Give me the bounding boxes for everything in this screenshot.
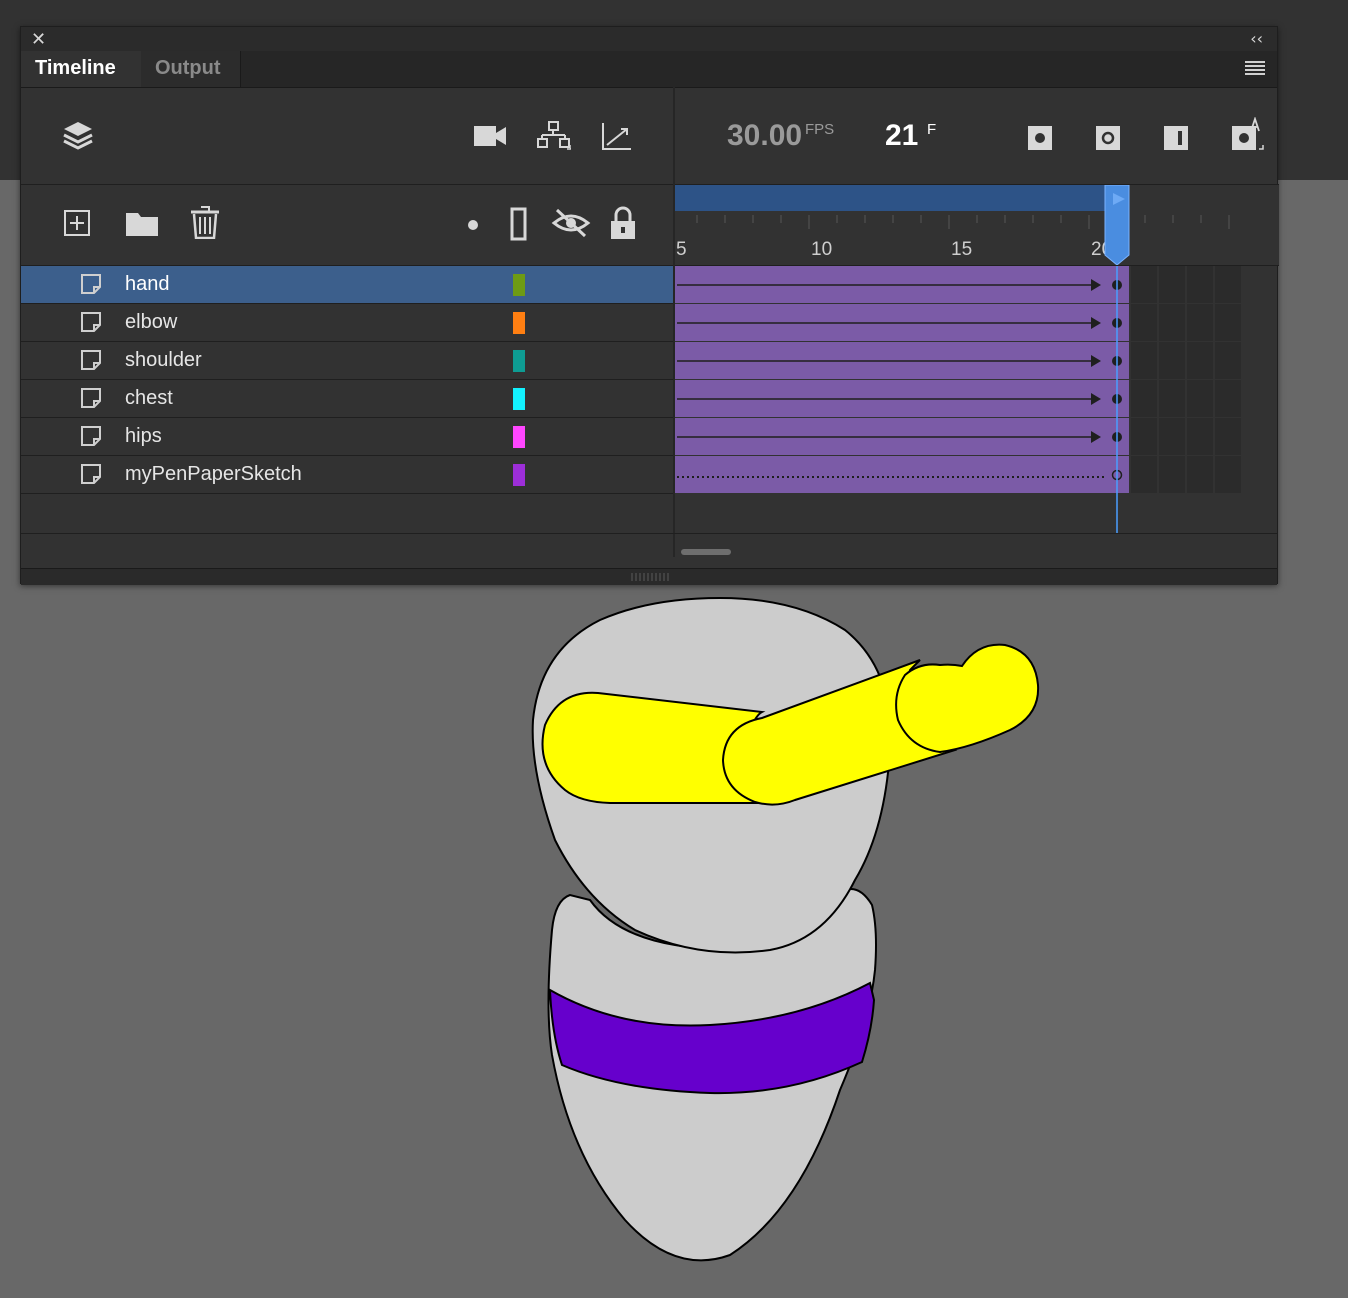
ruler-label: 10	[811, 239, 832, 260]
empty-frame-cell	[1159, 456, 1185, 493]
empty-frame-cell	[1187, 456, 1213, 493]
camera-icon[interactable]	[473, 123, 507, 149]
layer-name: chest	[125, 387, 173, 409]
grip-icon	[631, 573, 669, 581]
empty-frame-cell	[1131, 456, 1157, 493]
empty-frame-cell	[1131, 266, 1157, 303]
ruler-label: 5	[676, 239, 687, 260]
layer-color-swatch[interactable]	[513, 274, 525, 296]
new-layer-icon[interactable]	[63, 209, 91, 237]
layer-icon	[81, 388, 101, 408]
layer-name: myPenPaperSketch	[125, 463, 302, 485]
empty-frame-cell	[1159, 380, 1185, 417]
panel-resize-handle[interactable]	[21, 568, 1277, 585]
frame-toolbar: 30.00 FPS 21 F	[675, 87, 1279, 185]
empty-frame-cell	[1187, 304, 1213, 341]
tab-output[interactable]: Output	[141, 51, 241, 87]
panel-tabs: Timeline Output	[21, 51, 1277, 88]
empty-frame-cell	[1215, 380, 1241, 417]
empty-frame-cell	[1159, 342, 1185, 379]
empty-frame-cell	[1215, 304, 1241, 341]
frame-grid[interactable]	[675, 266, 1279, 534]
layer-icon	[81, 426, 101, 446]
layer-icon	[81, 312, 101, 332]
layer-color-swatch[interactable]	[513, 388, 525, 410]
empty-frame-cell	[1159, 304, 1185, 341]
delete-icon[interactable]	[189, 205, 221, 239]
auto-keyframe-icon[interactable]	[1231, 117, 1265, 153]
fps-label: FPS	[805, 121, 835, 138]
layer-icon	[81, 350, 101, 370]
insert-blank-keyframe-icon[interactable]	[1095, 125, 1121, 151]
layer-parenting-icon[interactable]	[537, 121, 571, 151]
layer-icon	[81, 274, 101, 294]
layer-name: hand	[125, 273, 170, 295]
panel-title-bar: ✕ ‹‹	[21, 27, 1277, 51]
empty-frame-cell	[1131, 304, 1157, 341]
empty-frame-cell	[1187, 342, 1213, 379]
layer-name: shoulder	[125, 349, 202, 371]
tab-timeline[interactable]: Timeline	[21, 51, 141, 87]
insert-keyframe-icon[interactable]	[1027, 125, 1053, 151]
empty-frame-cell	[1215, 418, 1241, 455]
layer-color-swatch[interactable]	[513, 312, 525, 334]
empty-frame-cell	[1159, 266, 1185, 303]
fps-value[interactable]: 30.00	[727, 119, 802, 153]
layer-color-swatch[interactable]	[513, 464, 525, 486]
layer-row-shoulder[interactable]: shoulder	[21, 342, 673, 380]
frame-ruler-graphic[interactable]: 5 10 15 20	[668, 184, 1279, 266]
layer-row-hips[interactable]: hips	[21, 418, 673, 456]
empty-frame-cell	[1187, 418, 1213, 455]
empty-frame-cell	[1215, 266, 1241, 303]
layer-list: hand elbow shoulder chest hips myPenPaperSket…	[21, 266, 673, 534]
layers-icon[interactable]	[61, 119, 95, 153]
layer-toolbar	[21, 87, 673, 185]
layer-row-myPenPaperSketch[interactable]: myPenPaperSketch	[21, 456, 673, 494]
outline-icon[interactable]	[509, 207, 529, 241]
timeline-panel: ✕ ‹‹ Timeline Output 30.00 FPS 21 F 5 10…	[20, 26, 1279, 585]
new-folder-icon[interactable]	[125, 209, 159, 237]
collapse-icon[interactable]: ‹‹	[1250, 29, 1263, 48]
layer-row-chest[interactable]: chest	[21, 380, 673, 418]
layer-actions-toolbar	[21, 185, 673, 266]
layer-name: elbow	[125, 311, 178, 333]
lock-icon[interactable]	[609, 205, 637, 241]
empty-frame-cell	[1131, 418, 1157, 455]
graph-icon[interactable]	[601, 121, 633, 151]
layer-icon	[81, 464, 101, 484]
panel-menu-icon[interactable]	[1245, 61, 1265, 75]
layer-color-swatch[interactable]	[513, 426, 525, 448]
empty-frame-cell	[1131, 380, 1157, 417]
empty-frame-cell	[1187, 266, 1213, 303]
layer-color-swatch[interactable]	[513, 350, 525, 372]
layer-row-hand[interactable]: hand	[21, 266, 673, 304]
horizontal-scrollbar[interactable]	[681, 549, 731, 555]
empty-frame-cell	[1187, 380, 1213, 417]
empty-frame-cell	[1131, 342, 1157, 379]
empty-frame-cell	[1215, 456, 1241, 493]
close-icon[interactable]: ✕	[31, 29, 46, 50]
empty-layer-area	[21, 494, 673, 534]
layer-row-elbow[interactable]: elbow	[21, 304, 673, 342]
ruler-label: 15	[951, 239, 972, 260]
ruler-span-bar	[675, 185, 1127, 211]
highlight-dot-icon[interactable]	[467, 219, 479, 231]
frame-ruler[interactable]: 5 10 15 20	[668, 184, 1279, 266]
visibility-icon[interactable]	[551, 207, 591, 239]
tween-span	[675, 456, 1129, 493]
empty-frame-cell	[1215, 342, 1241, 379]
current-frame-value[interactable]: 21	[885, 119, 918, 153]
insert-frame-icon[interactable]	[1163, 125, 1189, 151]
stage-canvas[interactable]	[500, 590, 1060, 1280]
frame-label: F	[927, 121, 937, 138]
layer-name: hips	[125, 425, 162, 447]
empty-frame-cell	[1159, 418, 1185, 455]
frame-grid-graphic[interactable]	[675, 266, 1279, 536]
